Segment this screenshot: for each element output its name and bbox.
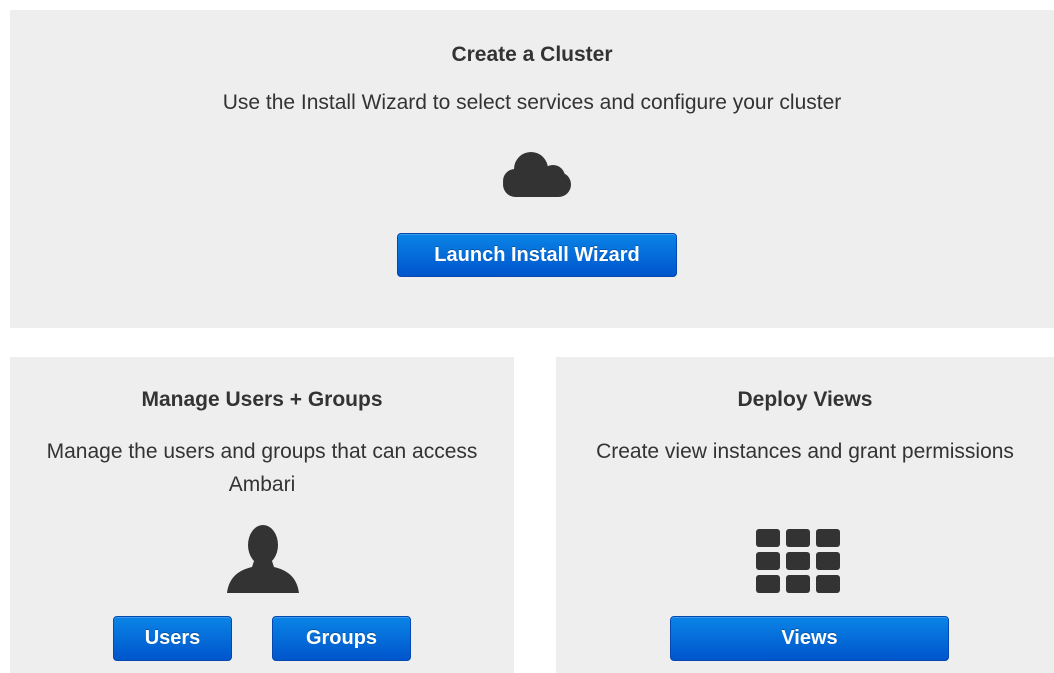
manage-users-groups-description: Manage the users and groups that can acc… xyxy=(46,440,478,496)
manage-users-groups-panel: Manage Users + Groups Manage the users a… xyxy=(10,357,514,673)
manage-users-groups-title: Manage Users + Groups xyxy=(141,388,383,411)
views-button[interactable]: Views xyxy=(670,616,949,661)
grid-icon xyxy=(756,529,840,593)
user-icon xyxy=(227,525,299,593)
groups-button[interactable]: Groups xyxy=(272,616,411,661)
create-cluster-title: Create a Cluster xyxy=(451,43,613,66)
launch-install-wizard-button[interactable]: Launch Install Wizard xyxy=(397,233,677,277)
deploy-views-panel: Deploy Views Create view instances and g… xyxy=(556,357,1054,673)
deploy-views-title: Deploy Views xyxy=(737,388,873,411)
create-cluster-description: Use the Install Wizard to select service… xyxy=(222,91,842,114)
deploy-views-description: Create view instances and grant permissi… xyxy=(596,440,1014,463)
cloud-icon xyxy=(503,152,571,197)
create-cluster-panel: Create a Cluster Use the Install Wizard … xyxy=(10,10,1054,328)
users-button[interactable]: Users xyxy=(113,616,232,661)
